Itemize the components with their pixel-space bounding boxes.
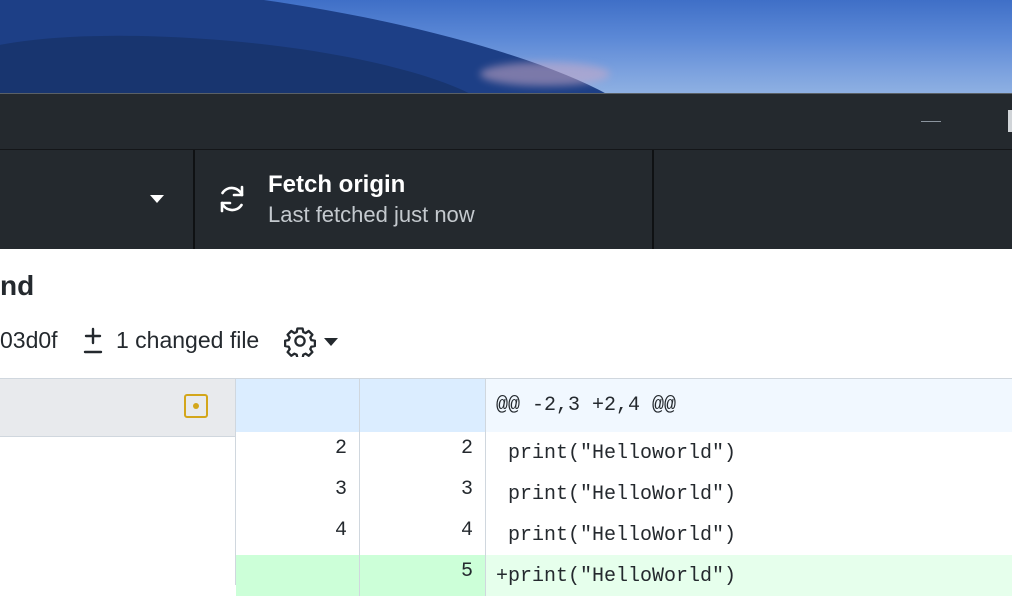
commit-metadata: 03d0f 1 changed file (0, 322, 420, 360)
commit-summary: nd (0, 270, 35, 301)
diff-line-code: print("HelloWorld") (496, 524, 737, 547)
old-line-number: 3 (236, 473, 360, 514)
list-item[interactable] (0, 379, 235, 437)
chevron-down-icon (150, 195, 164, 203)
diff-icon (83, 327, 103, 354)
fetch-title: Fetch origin (268, 171, 406, 198)
minimize-button[interactable] (910, 104, 952, 140)
commit-sha: 03d0f (0, 327, 58, 353)
new-line-number (360, 379, 486, 432)
diff-line[interactable]: 2 2 print("Helloworld") (236, 432, 1012, 473)
minimize-icon (921, 121, 941, 122)
diff-line[interactable]: 3 3 print("HelloWorld") (236, 473, 1012, 514)
old-line-number: 2 (236, 432, 360, 473)
app-toolbar: Fetch origin Last fetched just now (0, 149, 1012, 249)
new-line-number: 2 (360, 432, 486, 473)
changed-files-list (0, 378, 236, 585)
fetch-subtitle: Last fetched just now (268, 202, 475, 227)
diff-line[interactable]: 4 4 print("HelloWorld") (236, 514, 1012, 555)
desktop-wallpaper (0, 0, 1012, 93)
old-line-number: 4 (236, 514, 360, 555)
chevron-down-icon[interactable] (324, 338, 338, 346)
new-line-number: 3 (360, 473, 486, 514)
sync-icon (220, 185, 244, 213)
wallpaper-cloud (480, 62, 610, 86)
new-line-number: 4 (360, 514, 486, 555)
diff-line-code: +print("HelloWorld") (496, 565, 737, 588)
current-branch-dropdown[interactable] (0, 150, 195, 249)
hunk-header: @@ -2,3 +2,4 @@ (236, 379, 1012, 432)
diff-line-code: print("Helloworld") (496, 442, 737, 465)
diff-viewer: @@ -2,3 +2,4 @@ 2 2 print("Helloworld") … (236, 378, 1012, 596)
fetch-origin-button[interactable]: Fetch origin Last fetched just now (196, 150, 654, 249)
new-line-number: 5 (360, 555, 486, 596)
old-line-number (236, 555, 360, 596)
window-titlebar (0, 93, 1012, 149)
gear-icon[interactable] (284, 325, 316, 357)
diff-line-added[interactable]: 5 +print("HelloWorld") (236, 555, 1012, 596)
maximize-button[interactable] (1008, 110, 1012, 132)
changed-files-count: 1 changed file (116, 327, 260, 353)
diff-line-code: print("HelloWorld") (496, 483, 737, 506)
hunk-header-text: @@ -2,3 +2,4 @@ (496, 394, 677, 417)
file-modified-icon (184, 394, 208, 418)
old-line-number (236, 379, 360, 432)
